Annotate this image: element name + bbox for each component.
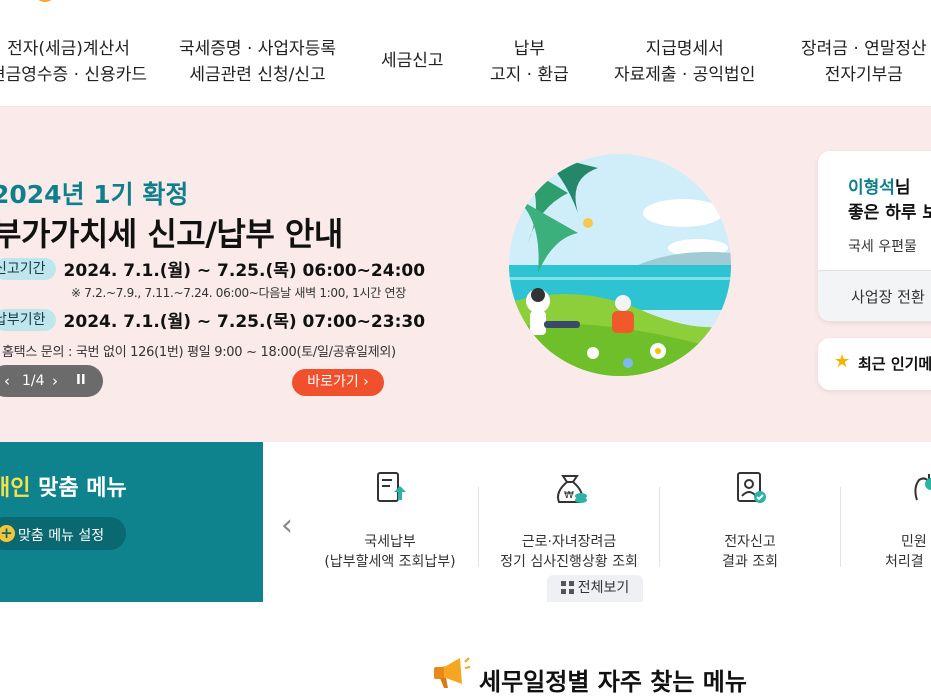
payment-deadline-text: 2024. 7.1.(월) ~ 7.25.(목) 07:00~23:30 [63, 312, 426, 332]
payment-deadline-row: 납부기한 2024. 7.1.(월) ~ 7.25.(목) 07:00~23:3… [0, 307, 425, 332]
top-navigation: 전자(세금)계산서 현금영수증 · 신용카드 국세증명 · 사업자등록 세금관련… [0, 0, 931, 107]
menu-item-label: 전자신고 [724, 534, 776, 550]
popular-menu-label: 최근 인기메 [858, 355, 931, 373]
user-name-text: 이형석 [848, 178, 895, 198]
nav-item-label: 전자기부금 [824, 65, 903, 85]
carousel-prev-icon[interactable]: ‹ [281, 508, 293, 543]
nav-item-label: 장려금 · 연말정산 [801, 39, 927, 59]
nav-item-certificates[interactable]: 국세증명 · 사업자등록 세금관련 신청/신고 [179, 36, 336, 88]
menu-item-sublabel: (납부할세액 조회납부) [324, 554, 456, 570]
nav-item-label: 세금신고 [381, 51, 444, 71]
menu-item-sublabel: 처리결 [885, 554, 924, 570]
svg-text:₩: ₩ [564, 490, 574, 501]
user-name: 이형석님 [848, 173, 911, 198]
switch-business-area[interactable]: 사업장 전환 [818, 270, 931, 321]
plus-icon: + [0, 525, 15, 542]
pause-icon[interactable]: II [76, 365, 86, 397]
menu-item-tax-payment[interactable]: 국세납부 (납부할세액 조회납부) [300, 472, 480, 572]
filing-period-badge: 신고기간 [0, 257, 56, 280]
mail-label[interactable]: 국세 우편물 [848, 236, 917, 256]
nav-item-e-invoice[interactable]: 전자(세금)계산서 현금영수증 · 신용카드 [0, 36, 147, 88]
logo-fragment [34, 0, 56, 2]
nav-item-label: 전자(세금)계산서 [7, 39, 130, 59]
nav-item-payment[interactable]: 납부 고지 · 환급 [490, 36, 569, 88]
next-slide-icon[interactable]: › [52, 365, 58, 397]
user-card: 이형석님 좋은 하루 보 국세 우편물 사업장 전환 [818, 151, 931, 321]
menu-item-incentive-status[interactable]: ₩ 근로·자녀장려금 정기 심사진행상황 조회 [479, 475, 659, 572]
section-heading: 세무일정별 자주 찾는 메뉴 [479, 668, 747, 696]
view-all-button[interactable]: 전체보기 [547, 575, 643, 602]
menu-item-label: 국세납부 [364, 534, 416, 550]
nav-item-label: 지급명세서 [645, 39, 724, 59]
custom-menu-title-highlight: 개인 [0, 476, 31, 501]
popular-menu-card[interactable]: ★ 최근 인기메 [818, 338, 931, 390]
nav-item-tax-filing[interactable]: 세금신고 [381, 48, 444, 74]
user-name-suffix: 님 [894, 178, 911, 198]
nav-item-label: 납부 [513, 39, 546, 59]
inquiry-text: 홈택스 문의 : 국번 없이 126(1번) 평일 9:00 ~ 18:00(토… [2, 345, 396, 360]
main-banner: 2024년 1기 확정 부가가치세 신고/납부 안내 신고기간 2024. 7.… [0, 107, 931, 442]
filing-period-note: ※ 7.2.~7.9., 7.11.~7.24. 06:00~다음날 새벽 1:… [71, 286, 406, 300]
custom-menu-title-rest: 맞춤 메뉴 [30, 476, 127, 501]
star-icon: ★ [834, 351, 851, 372]
money-bag-icon: ₩ [557, 475, 587, 503]
settings-label: 맞춤 메뉴 설정 [18, 528, 105, 544]
nav-item-label: 현금영수증 · 신용카드 [0, 65, 147, 85]
banner-title-line2: 부가가치세 신고/납부 안내 [0, 215, 343, 253]
document-check-icon [737, 472, 766, 503]
custom-menu-title: 개인 맞춤 메뉴 [0, 470, 127, 502]
hand-icon [914, 474, 931, 501]
payment-deadline-badge: 납부기한 [0, 308, 56, 331]
grid-icon [560, 581, 574, 594]
greeting-text: 좋은 하루 보 [848, 203, 931, 223]
filing-period-text: 2024. 7.1.(월) ~ 7.25.(목) 06:00~24:00 [63, 261, 426, 281]
banner-pager: ‹ 1/4 › II [0, 365, 103, 397]
menu-item-label: 민원 [901, 534, 927, 550]
menu-item-sublabel: 정기 심사진행상황 조회 [500, 554, 638, 570]
filing-period-row: 신고기간 2024. 7.1.(월) ~ 7.25.(목) 06:00~24:0… [0, 256, 425, 281]
prev-slide-icon[interactable]: ‹ [4, 365, 10, 397]
menu-item-e-filing-result[interactable]: 전자신고 결과 조회 [660, 472, 840, 572]
nav-item-label: 자료제출 · 공익법인 [614, 65, 756, 85]
document-upload-icon [377, 472, 406, 502]
pager-counter: 1/4 [22, 373, 45, 389]
switch-business-label: 사업장 전환 [851, 288, 925, 306]
banner-title-line1: 2024년 1기 확정 [0, 180, 189, 209]
nav-item-label: 세금관련 신청/신고 [189, 65, 326, 85]
menu-item-civil-complaint[interactable]: 민원 처리결 [841, 474, 931, 572]
menu-item-sublabel: 결과 조회 [722, 554, 778, 570]
view-all-label: 전체보기 [577, 580, 630, 596]
beach-illustration [509, 154, 731, 376]
nav-item-statements[interactable]: 지급명세서 자료제출 · 공익법인 [614, 36, 755, 88]
menu-item-label: 근로·자녀장려금 [521, 534, 617, 550]
nav-item-incentives[interactable]: 장려금 · 연말정산 전자기부금 [801, 36, 927, 88]
megaphone-icon [434, 657, 471, 688]
nav-item-label: 국세증명 · 사업자등록 [179, 39, 336, 59]
custom-menu-settings-button[interactable]: + 맞춤 메뉴 설정 [0, 517, 126, 550]
go-button[interactable]: 바로가기 › [292, 369, 384, 396]
nav-item-label: 고지 · 환급 [490, 65, 569, 85]
custom-menu-items: ‹ 국세납부 (납부할세액 조회납부) ₩ 근로·자녀장려금 정기 심사진행상황… [263, 442, 931, 602]
custom-menu-panel: 개인 맞춤 메뉴 + 맞춤 메뉴 설정 [0, 442, 263, 602]
